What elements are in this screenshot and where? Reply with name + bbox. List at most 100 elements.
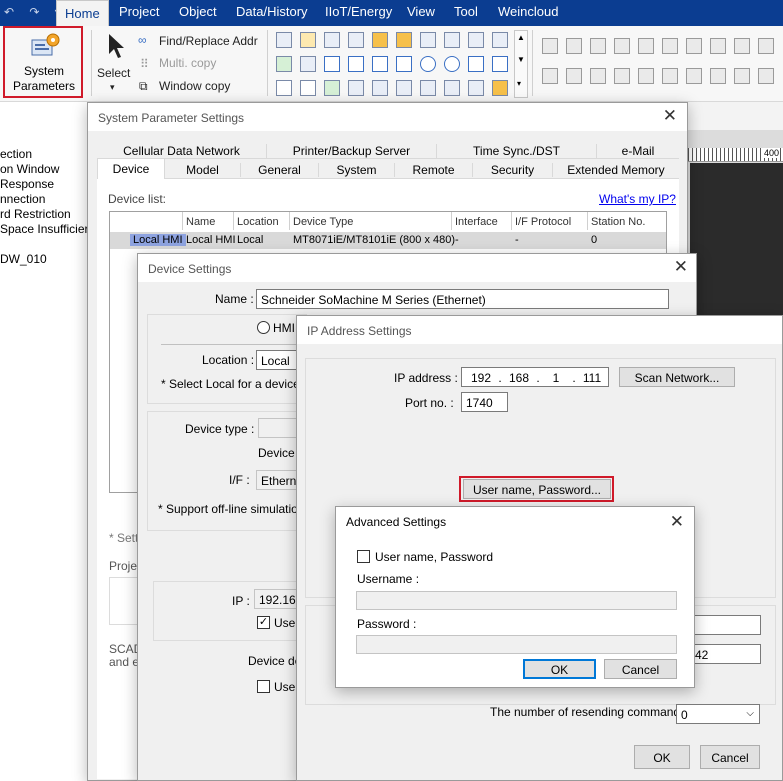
tree-item[interactable]: DW_010 (0, 252, 47, 266)
username-field[interactable] (356, 591, 677, 610)
tab-model[interactable]: Model (165, 163, 241, 177)
numeric-icon[interactable] (348, 32, 364, 48)
use-b-checkbox[interactable] (257, 680, 270, 693)
group-icon[interactable] (542, 68, 558, 84)
column-header-name[interactable]: Name (186, 216, 215, 228)
tab-printer-backup[interactable]: Printer/Backup Server (267, 144, 437, 158)
bar-icon[interactable] (444, 80, 460, 96)
indicator-icon[interactable] (420, 80, 436, 96)
list-icon[interactable] (492, 32, 508, 48)
column-header-location[interactable]: Location (237, 216, 279, 228)
flip-icon[interactable] (638, 68, 654, 84)
gallery-scroll[interactable]: ▲ ▼ ▾ (514, 30, 528, 98)
password-field[interactable] (356, 635, 677, 654)
table-icon[interactable] (348, 80, 364, 96)
rectangle-icon[interactable] (468, 56, 484, 72)
center-icon[interactable] (590, 68, 606, 84)
window-copy-button[interactable]: Window copy (159, 79, 230, 93)
same-width-icon[interactable] (734, 38, 750, 54)
grid-icon[interactable] (372, 80, 388, 96)
menu-data-history[interactable]: Data/History (236, 4, 308, 19)
send-back-icon[interactable] (758, 68, 774, 84)
gallery-more-icon[interactable]: ▾ (517, 79, 521, 88)
same-height-icon[interactable] (758, 38, 774, 54)
menu-weincloud[interactable]: Weincloud (498, 4, 558, 19)
close-icon[interactable]: ✕ (663, 107, 677, 124)
tree-item[interactable]: rd Restriction (0, 207, 71, 221)
circle-icon[interactable] (420, 56, 436, 72)
user-password-checkbox[interactable] (357, 550, 370, 563)
align-left-icon[interactable] (542, 38, 558, 54)
select-dropdown-icon[interactable]: ▾ (110, 82, 115, 93)
table-row[interactable]: Local HMI Local HMI Local MT8071iE/MT810… (110, 232, 666, 249)
shape-library-icon[interactable] (492, 80, 508, 96)
cancel-button[interactable]: Cancel (700, 745, 760, 769)
column-header-device-type[interactable]: Device Type (293, 216, 353, 228)
numeric-input-icon[interactable] (276, 56, 292, 72)
layer-icon[interactable] (710, 68, 726, 84)
menu-iiot-energy[interactable]: IIoT/Energy (325, 4, 392, 19)
tab-remote[interactable]: Remote (395, 163, 473, 177)
text-icon[interactable] (300, 80, 316, 96)
use-checkbox[interactable]: ✓ (257, 616, 270, 629)
node-icon[interactable] (372, 56, 388, 72)
align-top-icon[interactable] (614, 38, 630, 54)
column-header-station-no[interactable]: Station No. (591, 216, 645, 228)
hmi-radio[interactable] (257, 321, 270, 334)
tab-extended-memory[interactable]: Extended Memory (553, 163, 679, 177)
align-center-icon[interactable] (566, 38, 582, 54)
lock-icon[interactable] (662, 68, 678, 84)
menu-view[interactable]: View (407, 4, 435, 19)
tree-item[interactable]: nnection (0, 192, 45, 206)
slider-icon[interactable] (444, 32, 460, 48)
scan-network-button[interactable]: Scan Network... (619, 367, 735, 387)
retry-field[interactable]: 42 (690, 644, 761, 664)
menu-home[interactable]: Home (56, 0, 109, 26)
line-icon[interactable] (324, 56, 340, 72)
toggle-switch-icon[interactable] (372, 32, 388, 48)
pie-icon[interactable] (444, 56, 460, 72)
scroll-icon[interactable] (468, 32, 484, 48)
menu-project[interactable]: Project (119, 4, 159, 19)
column-header-interface[interactable]: Interface (455, 216, 498, 228)
tree-item[interactable]: Space Insufficier (0, 222, 89, 236)
tree-item[interactable]: Response (0, 177, 54, 191)
tab-device[interactable]: Device (97, 158, 165, 179)
menu-tool[interactable]: Tool (454, 4, 478, 19)
star-icon[interactable] (492, 56, 508, 72)
ip-address-field[interactable]: 192 . 168 . 1 . 111 (461, 367, 609, 387)
pin-icon[interactable] (686, 68, 702, 84)
tab-system[interactable]: System (319, 163, 395, 177)
function-key-icon[interactable] (396, 32, 412, 48)
number-display-icon[interactable] (468, 80, 484, 96)
gallery-down-icon[interactable]: ▼ (517, 55, 525, 64)
resend-select[interactable]: 0 ⌵ (676, 704, 760, 724)
set-bit-icon[interactable] (324, 32, 340, 48)
distribute-v-icon[interactable] (710, 38, 726, 54)
timeout-field[interactable] (690, 615, 761, 635)
tree-item[interactable]: on Window (0, 162, 59, 176)
polyline-icon[interactable] (348, 56, 364, 72)
close-icon[interactable]: ✕ (670, 513, 684, 530)
close-icon[interactable]: ✕ (674, 258, 688, 275)
distribute-h-icon[interactable] (686, 38, 702, 54)
align-bottom-icon[interactable] (662, 38, 678, 54)
advanced-ok-button[interactable]: OK (523, 659, 596, 679)
scatter-icon[interactable] (276, 80, 292, 96)
tab-general[interactable]: General (241, 163, 319, 177)
lamp-icon[interactable] (396, 80, 412, 96)
abc-input-icon[interactable] (300, 56, 316, 72)
menu-object[interactable]: Object (179, 4, 217, 19)
name-field[interactable]: Schneider SoMachine M Series (Ethernet) (256, 289, 669, 309)
select-button[interactable]: Select (97, 66, 130, 80)
bring-front-icon[interactable] (734, 68, 750, 84)
ok-button[interactable]: OK (634, 745, 690, 769)
arc-icon[interactable] (396, 56, 412, 72)
find-replace-button[interactable]: Find/Replace Addr (159, 34, 258, 48)
ungroup-icon[interactable] (566, 68, 582, 84)
align-right-icon[interactable] (590, 38, 606, 54)
multi-copy-button[interactable]: Multi. copy (159, 56, 216, 70)
port-field[interactable]: 1740 (461, 392, 508, 412)
advanced-cancel-button[interactable]: Cancel (604, 659, 677, 679)
tab-security[interactable]: Security (473, 163, 553, 177)
